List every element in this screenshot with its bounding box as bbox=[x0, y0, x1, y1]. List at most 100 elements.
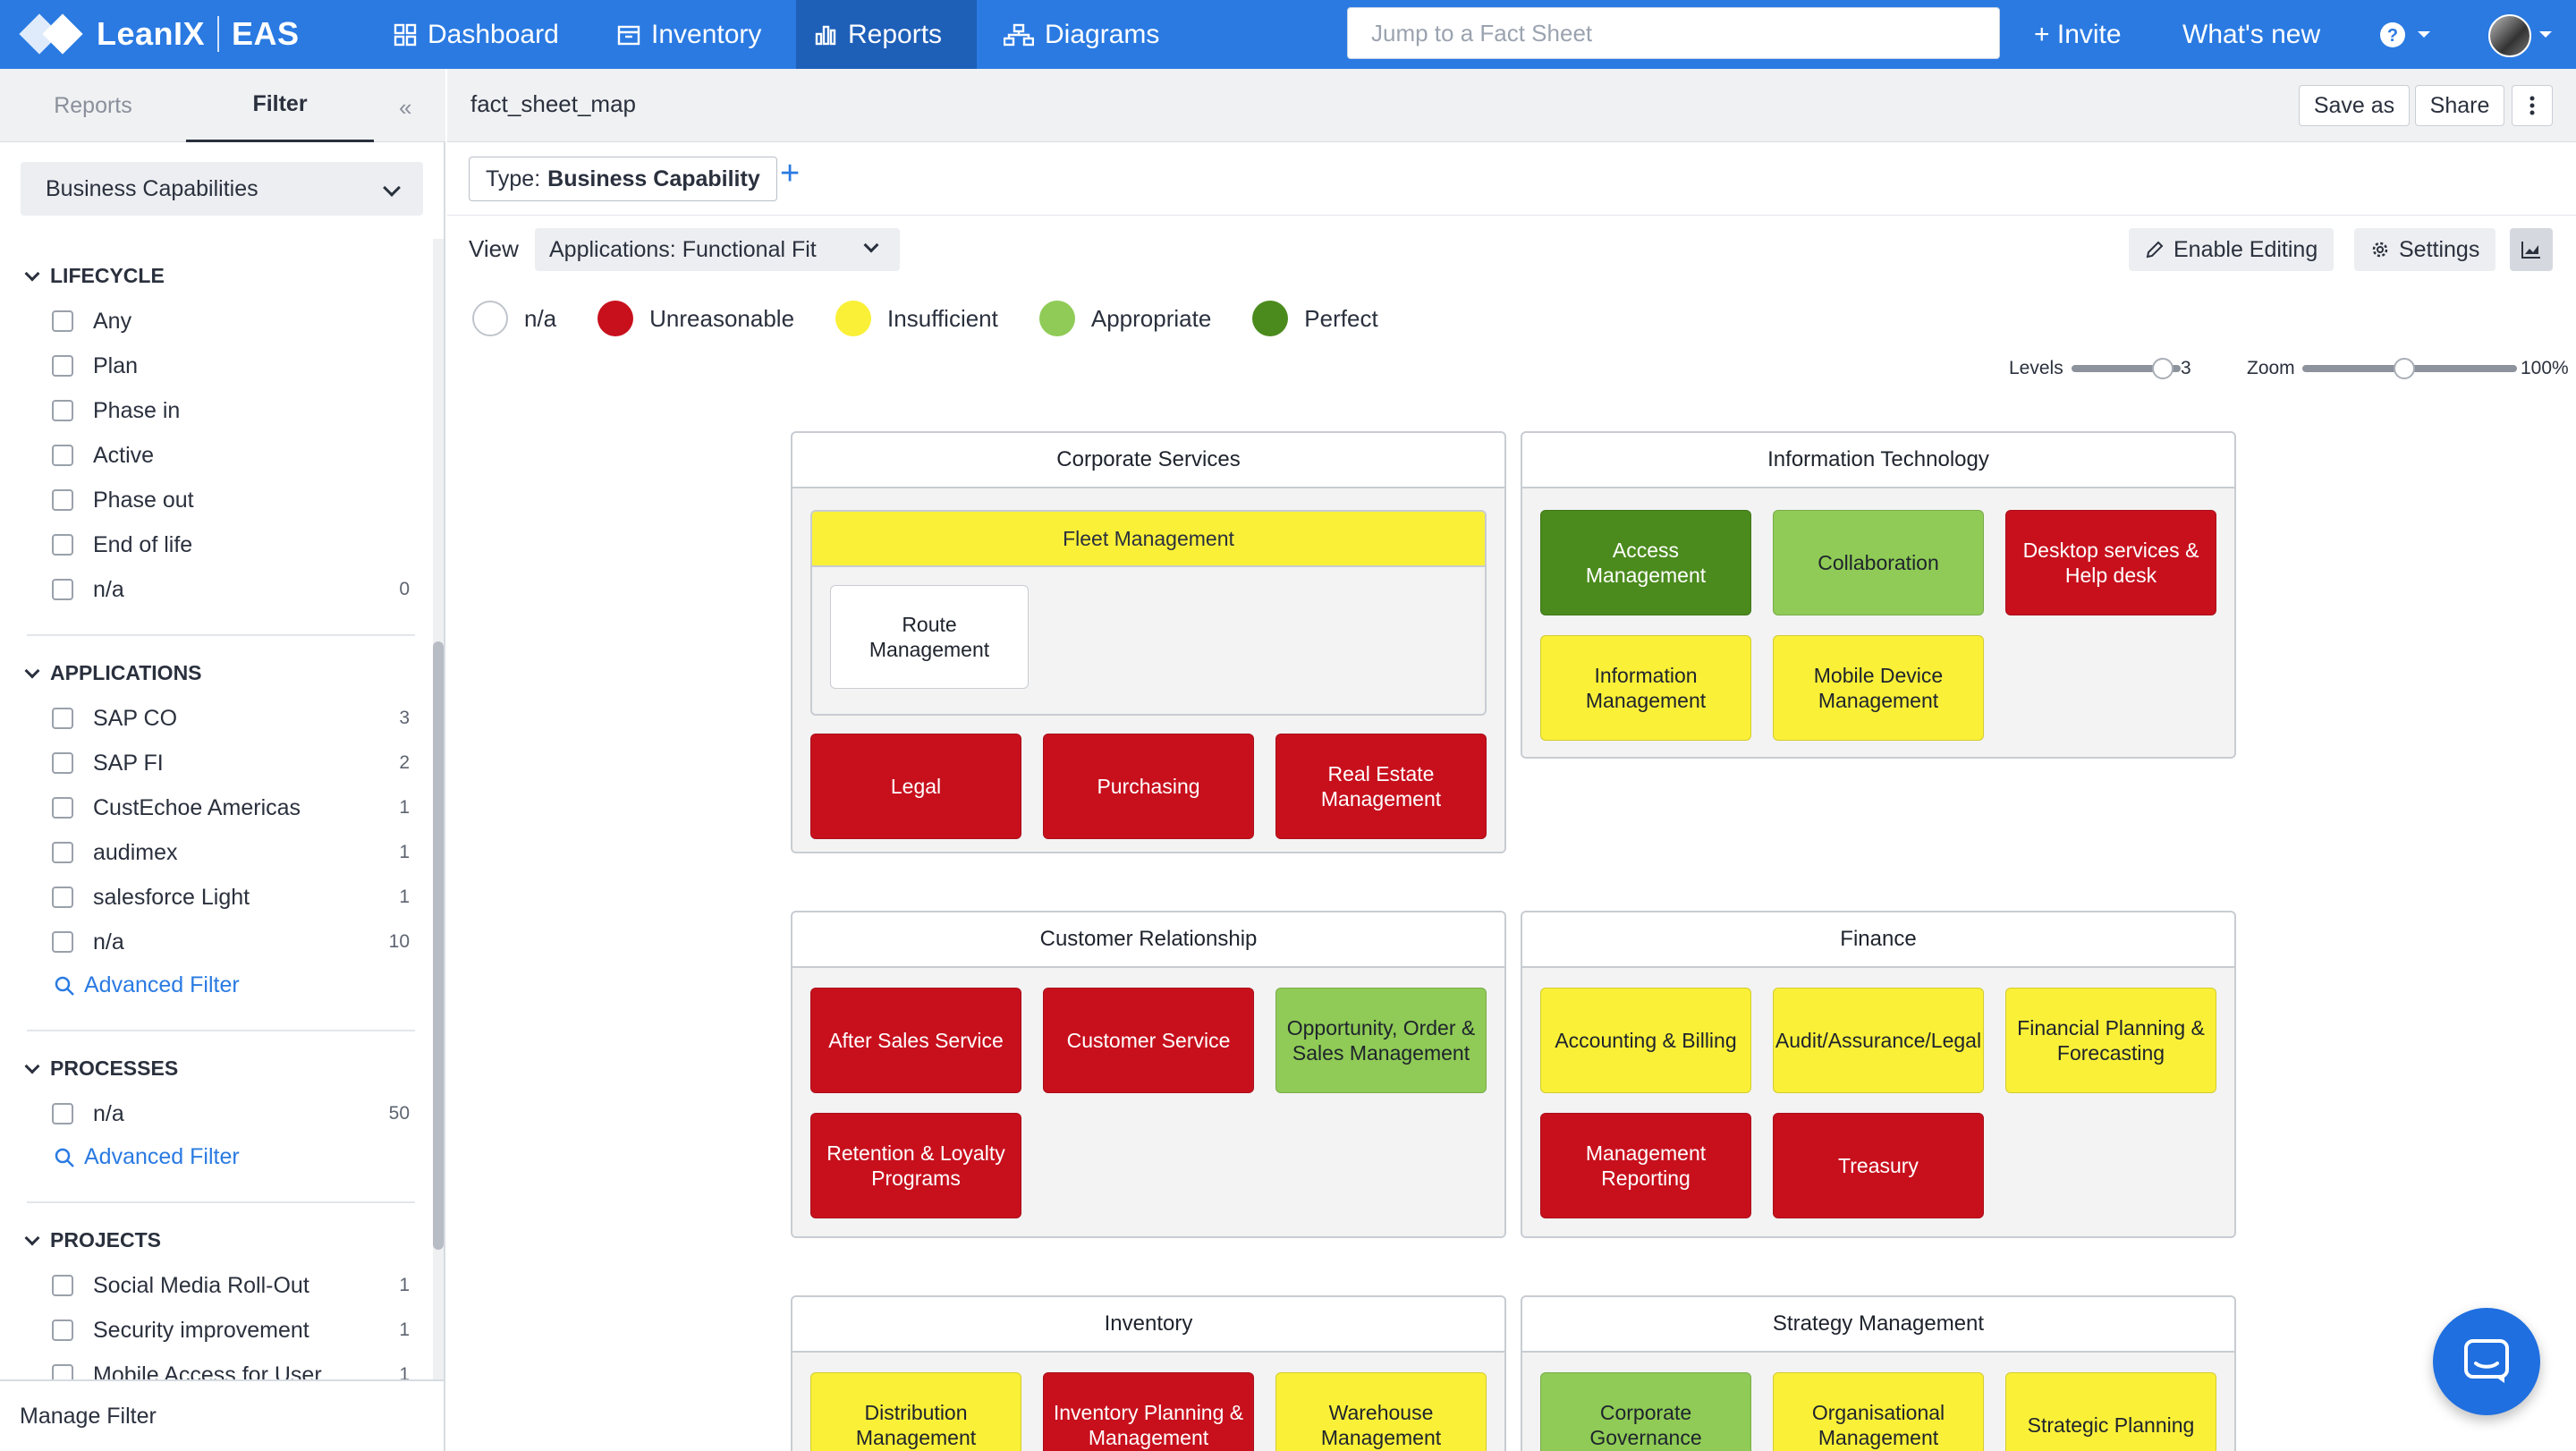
process-option[interactable]: n/a 50 bbox=[52, 1096, 410, 1132]
chart-toggle-button[interactable] bbox=[2510, 228, 2553, 271]
projects-group-header[interactable]: PROJECTS bbox=[24, 1228, 161, 1252]
checkbox[interactable] bbox=[52, 355, 73, 377]
lifecycle-option-phase-out[interactable]: Phase out bbox=[52, 482, 410, 518]
capability-desktop-services[interactable]: Desktop services & Help desk bbox=[2005, 510, 2216, 615]
capability-financial-planning[interactable]: Financial Planning & Forecasting bbox=[2005, 988, 2216, 1093]
type-filter-chip[interactable]: Type: Business Capability bbox=[469, 157, 777, 201]
nav-diagrams[interactable]: Diagrams bbox=[986, 0, 1177, 69]
lifecycle-option-na[interactable]: n/a 0 bbox=[52, 572, 410, 607]
checkbox[interactable] bbox=[52, 310, 73, 332]
capability-route-management[interactable]: Route Management bbox=[830, 585, 1029, 689]
checkbox[interactable] bbox=[52, 1319, 73, 1341]
help-menu-button[interactable]: ? bbox=[2361, 0, 2449, 69]
capability-strategic-planning[interactable]: Strategic Planning bbox=[2005, 1372, 2216, 1451]
lifecycle-group-header[interactable]: LIFECYCLE bbox=[24, 264, 165, 288]
capability-after-sales-service[interactable]: After Sales Service bbox=[810, 988, 1021, 1093]
project-option[interactable]: Security improvement 1 bbox=[52, 1312, 410, 1348]
nav-reports[interactable]: Reports bbox=[796, 0, 977, 69]
enable-editing-button[interactable]: Enable Editing bbox=[2129, 228, 2334, 271]
lifecycle-option-end-of-life[interactable]: End of life bbox=[52, 527, 410, 563]
checkbox[interactable] bbox=[52, 445, 73, 466]
tab-filter[interactable]: Filter bbox=[186, 69, 374, 142]
add-filter-icon[interactable]: + bbox=[780, 155, 800, 193]
capability-distribution-management[interactable]: Distribution Management bbox=[810, 1372, 1021, 1451]
capability-customer-relationship[interactable]: Customer Relationship After Sales Servic… bbox=[791, 911, 1506, 1238]
levels-slider-handle[interactable] bbox=[2152, 358, 2174, 379]
manage-filter-button[interactable]: Manage Filter bbox=[0, 1379, 444, 1451]
view-select[interactable]: Applications: Functional Fit bbox=[535, 228, 900, 271]
checkbox[interactable] bbox=[52, 842, 73, 863]
share-button[interactable]: Share bbox=[2415, 85, 2504, 126]
application-option[interactable]: n/a 10 bbox=[52, 924, 410, 960]
capability-accounting-billing[interactable]: Accounting & Billing bbox=[1540, 988, 1751, 1093]
capability-legal[interactable]: Legal bbox=[810, 734, 1021, 839]
checkbox[interactable] bbox=[52, 489, 73, 511]
leanix-logo[interactable]: LeanIX EAS bbox=[19, 7, 300, 61]
lifecycle-option-active[interactable]: Active bbox=[52, 437, 410, 473]
capability-inventory-planning[interactable]: Inventory Planning & Management bbox=[1043, 1372, 1254, 1451]
capability-real-estate-management[interactable]: Real Estate Management bbox=[1275, 734, 1487, 839]
invite-button[interactable]: + Invite bbox=[2016, 0, 2140, 69]
checkbox[interactable] bbox=[52, 708, 73, 729]
nav-inventory[interactable]: Inventory bbox=[599, 0, 779, 69]
capability-corporate-services[interactable]: Corporate Services Fleet Management Rout… bbox=[791, 431, 1506, 853]
processes-advanced-filter-link[interactable]: Advanced Filter bbox=[54, 1144, 240, 1170]
capability-access-management[interactable]: Access Management bbox=[1540, 510, 1751, 615]
application-option[interactable]: SAP FI 2 bbox=[52, 745, 410, 781]
tab-reports[interactable]: Reports bbox=[0, 69, 186, 142]
capability-finance[interactable]: Finance Accounting & Billing Audit/Assur… bbox=[1521, 911, 2236, 1238]
capability-purchasing[interactable]: Purchasing bbox=[1043, 734, 1254, 839]
factsheet-type-select[interactable]: Business Capabilities bbox=[21, 162, 423, 216]
capability-collaboration[interactable]: Collaboration bbox=[1773, 510, 1984, 615]
capability-information-management[interactable]: Information Management bbox=[1540, 635, 1751, 741]
legend-item-unreasonable: Unreasonable bbox=[597, 301, 794, 336]
whats-new-button[interactable]: What's new bbox=[2165, 0, 2338, 69]
applications-group-header[interactable]: APPLICATIONS bbox=[24, 661, 202, 685]
capability-audit-assurance-legal[interactable]: Audit/Assurance/Legal bbox=[1773, 988, 1984, 1093]
lifecycle-option-phase-in[interactable]: Phase in bbox=[52, 393, 410, 429]
capability-mobile-device-management[interactable]: Mobile Device Management bbox=[1773, 635, 1984, 741]
applications-advanced-filter-link[interactable]: Advanced Filter bbox=[54, 972, 240, 998]
lifecycle-option-plan[interactable]: Plan bbox=[52, 348, 410, 384]
more-options-button[interactable] bbox=[2512, 85, 2553, 126]
fact-sheet-search-input[interactable]: Jump to a Fact Sheet bbox=[1347, 7, 2000, 59]
chat-launcher-button[interactable] bbox=[2433, 1308, 2540, 1415]
zoom-slider-handle[interactable] bbox=[2394, 358, 2415, 379]
nav-dashboard[interactable]: Dashboard bbox=[376, 0, 577, 69]
legend-swatch bbox=[835, 301, 872, 336]
processes-group-header[interactable]: PROCESSES bbox=[24, 1056, 178, 1081]
capability-information-technology[interactable]: Information Technology Access Management… bbox=[1521, 431, 2236, 759]
checkbox[interactable] bbox=[52, 1103, 73, 1124]
capability-strategy-management[interactable]: Strategy Management Corporate Governance… bbox=[1521, 1295, 2236, 1451]
checkbox[interactable] bbox=[52, 797, 73, 819]
application-option[interactable]: CustEchoe Americas 1 bbox=[52, 790, 410, 826]
checkbox[interactable] bbox=[52, 887, 73, 908]
capability-fleet-management[interactable]: Fleet Management Route Management bbox=[810, 510, 1487, 716]
collapse-sidebar-icon[interactable]: « bbox=[399, 94, 411, 122]
capability-inventory[interactable]: Inventory Distribution Management Invent… bbox=[791, 1295, 1506, 1451]
application-option[interactable]: audimex 1 bbox=[52, 835, 410, 870]
capability-retention-loyalty[interactable]: Retention & Loyalty Programs bbox=[810, 1113, 1021, 1218]
checkbox[interactable] bbox=[52, 534, 73, 556]
application-option[interactable]: salesforce Light 1 bbox=[52, 879, 410, 915]
checkbox[interactable] bbox=[52, 931, 73, 953]
capability-opportunity-order-sales[interactable]: Opportunity, Order & Sales Management bbox=[1275, 988, 1487, 1093]
lifecycle-option-any[interactable]: Any bbox=[52, 303, 410, 339]
capability-customer-service[interactable]: Customer Service bbox=[1043, 988, 1254, 1093]
capability-warehouse-management[interactable]: Warehouse Management bbox=[1275, 1372, 1487, 1451]
save-as-button[interactable]: Save as bbox=[2299, 85, 2410, 126]
capability-organisational-management[interactable]: Organisational Management bbox=[1773, 1372, 1984, 1451]
capability-management-reporting[interactable]: Management Reporting bbox=[1540, 1113, 1751, 1218]
checkbox[interactable] bbox=[52, 400, 73, 421]
capability-corporate-governance[interactable]: Corporate Governance bbox=[1540, 1372, 1751, 1451]
capability-treasury[interactable]: Treasury bbox=[1773, 1113, 1984, 1218]
application-option[interactable]: SAP CO 3 bbox=[52, 700, 410, 736]
settings-button[interactable]: Settings bbox=[2354, 228, 2496, 271]
checkbox[interactable] bbox=[52, 579, 73, 600]
checkbox[interactable] bbox=[52, 752, 73, 774]
project-option[interactable]: Social Media Roll-Out 1 bbox=[52, 1268, 410, 1303]
user-avatar[interactable] bbox=[2488, 14, 2531, 57]
avatar-chevron-down-icon[interactable] bbox=[2538, 30, 2553, 39]
checkbox[interactable] bbox=[52, 1275, 73, 1296]
sidebar-scrollbar-thumb[interactable] bbox=[433, 641, 444, 1250]
